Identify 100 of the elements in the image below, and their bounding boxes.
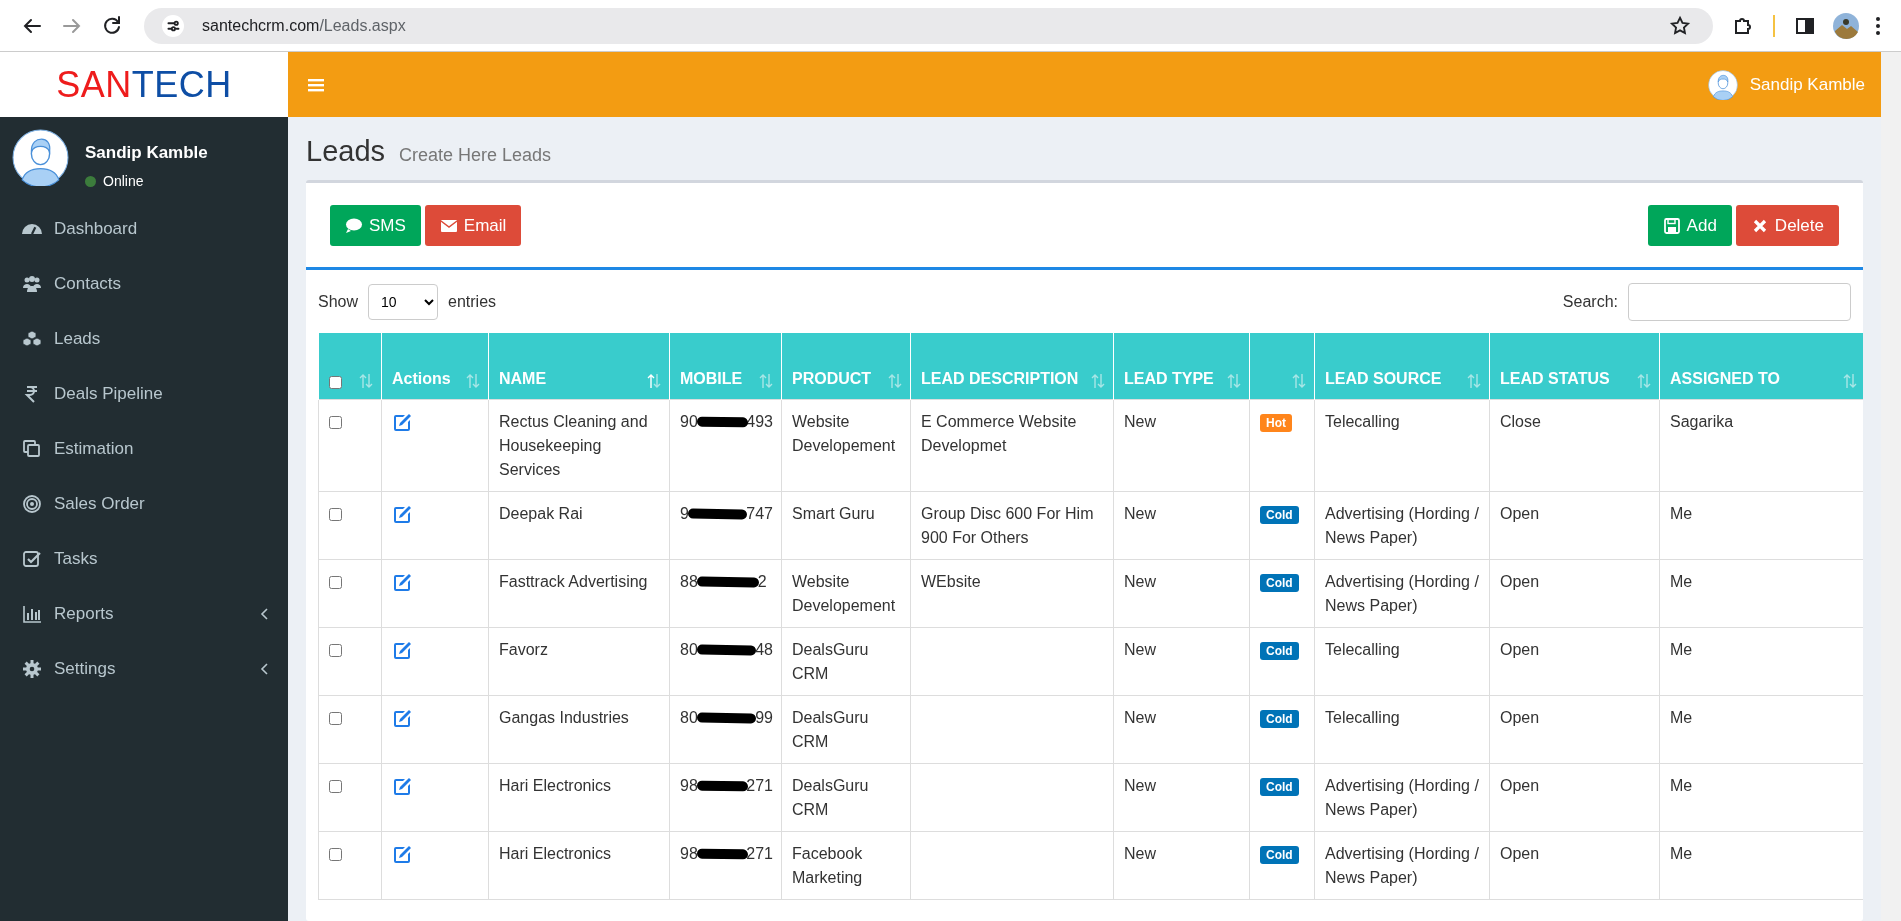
sidebar-item[interactable]: Settings	[0, 641, 288, 696]
table-cell: Gangas Industries	[499, 709, 629, 726]
edit-icon[interactable]	[392, 777, 412, 797]
checkbox[interactable]	[329, 780, 342, 793]
table-cell: Telecalling	[1325, 413, 1400, 430]
table-cell: Sagarika	[1670, 413, 1734, 430]
mobile-number-end: 99	[755, 708, 773, 728]
sidebar-item[interactable]: Sales Order	[0, 476, 288, 531]
redaction-mark	[696, 848, 748, 860]
table-cell: Advertising (Hording / News Paper)	[1325, 777, 1479, 818]
table-cell: Open	[1500, 845, 1540, 862]
table-cell: Rectus Cleaning and Housekeeping Services	[499, 413, 648, 478]
mobile-number-end: 2	[757, 572, 767, 592]
entries-label: entries	[448, 293, 497, 311]
table-cell: Me	[1670, 573, 1693, 590]
page-size-select[interactable]: 10	[368, 284, 439, 320]
copy-icon	[22, 438, 42, 459]
table-cell: New	[1124, 845, 1156, 862]
table-cell: Advertising (Hording / News Paper)	[1325, 573, 1479, 614]
checkbox[interactable]	[329, 712, 342, 725]
sidebar-item[interactable]: Dashboard	[0, 201, 288, 256]
page-subtitle: Create Here Leads	[399, 145, 552, 166]
table-cell: Favorz	[499, 641, 548, 658]
mobile-number-end: 48	[755, 640, 773, 660]
sidebar-item[interactable]: Deals Pipeline	[0, 366, 288, 421]
mobile-number-start: 98	[680, 776, 698, 796]
target-icon	[22, 493, 42, 514]
table-cell: New	[1124, 777, 1156, 794]
edit-icon[interactable]	[392, 505, 412, 525]
redaction-mark	[696, 416, 748, 428]
sidebar-item[interactable]: Reports	[0, 586, 288, 641]
edit-icon[interactable]	[392, 845, 412, 865]
table-cell: Hari Electronics	[499, 777, 612, 794]
redaction-mark	[687, 508, 748, 520]
table-cell: DealsGuru CRM	[792, 641, 869, 682]
table-cell: Website Developement	[792, 413, 896, 454]
mobile-number-end: 271	[746, 776, 773, 796]
header-user-name[interactable]: Sandip Kamble	[1749, 74, 1865, 95]
table-cell: WEbsite	[921, 573, 981, 590]
checkbox[interactable]	[329, 376, 342, 389]
user-name: Sandip Kamble	[85, 143, 208, 163]
sort-arrows-icon	[359, 373, 373, 389]
mobile-number-start: 9	[680, 504, 689, 524]
table-cell: Me	[1670, 641, 1693, 658]
table-cell: Me	[1670, 709, 1693, 726]
checkbox[interactable]	[329, 508, 342, 521]
sidebar-item[interactable]: Leads	[0, 311, 288, 366]
delete-button[interactable]: Delete	[1735, 205, 1839, 246]
edit-icon[interactable]	[392, 413, 412, 433]
checkbox[interactable]	[329, 644, 342, 657]
checkbox[interactable]	[329, 416, 342, 429]
menu-dots-icon[interactable]	[1875, 15, 1881, 36]
edit-icon[interactable]	[392, 573, 412, 593]
page-title: Leads	[306, 135, 385, 168]
table-cell: Smart Guru	[792, 505, 875, 522]
mobile-number-end: 271	[746, 844, 773, 864]
search-field[interactable]	[1628, 283, 1851, 321]
bar-chart-icon	[22, 603, 42, 624]
table-cell: Deepak Rai	[499, 505, 583, 522]
header-avatar	[1707, 69, 1738, 100]
table-cell: Group Disc 600 For Him 900 For Others	[921, 505, 1094, 546]
table-cell: Me	[1670, 777, 1693, 794]
table-cell: Open	[1500, 573, 1540, 590]
mobile-number-start: 80	[680, 708, 698, 728]
redaction-mark	[696, 576, 759, 588]
search-label: Search:	[1562, 293, 1618, 311]
sms-button[interactable]: SMS	[330, 205, 421, 246]
chevron-left-icon	[260, 607, 268, 620]
mobile-number-end: 493	[746, 412, 773, 432]
checkbox[interactable]	[329, 848, 342, 861]
add-button[interactable]: Add	[1647, 205, 1732, 246]
lead-temperature-tag: Cold	[1260, 846, 1299, 864]
tune-icon[interactable]	[162, 14, 184, 37]
table-cell: New	[1124, 413, 1156, 430]
sidebar-item[interactable]: Contacts	[0, 256, 288, 311]
sidebar-item[interactable]: Estimation	[0, 421, 288, 476]
email-button[interactable]: Email	[424, 205, 522, 246]
table-cell: Advertising (Hording / News Paper)	[1325, 505, 1479, 546]
sidebar-item[interactable]: Tasks	[0, 531, 288, 586]
table-cell: Telecalling	[1325, 709, 1400, 726]
mobile-number-start: 90	[680, 412, 698, 432]
edit-icon[interactable]	[392, 709, 412, 729]
table-cell: DealsGuru CRM	[792, 709, 869, 750]
checkbox[interactable]	[329, 576, 342, 589]
table-cell: Close	[1500, 413, 1541, 430]
gear-icon	[22, 658, 42, 679]
show-label: Show	[318, 293, 359, 311]
star-icon[interactable]	[1669, 14, 1691, 37]
lead-temperature-tag: Cold	[1260, 574, 1299, 592]
table-cell: New	[1124, 573, 1156, 590]
edit-icon[interactable]	[392, 641, 412, 661]
table-cell: E Commerce Website Developmet	[921, 413, 1077, 454]
profile-avatar-icon[interactable]	[1833, 12, 1859, 39]
redaction-mark	[696, 712, 757, 724]
checkbox-icon	[22, 548, 42, 569]
scrollbar[interactable]	[1881, 52, 1901, 921]
logo[interactable]: SANTECH	[0, 52, 288, 117]
table-cell: Advertising (Hording / News Paper)	[1325, 845, 1479, 886]
table-cell: Telecalling	[1325, 641, 1400, 658]
table-cell: Open	[1500, 505, 1540, 522]
